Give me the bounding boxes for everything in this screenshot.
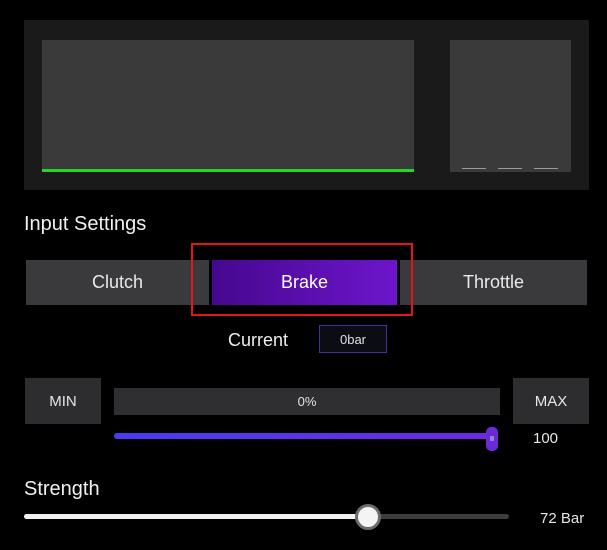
graph-tick [462,168,486,169]
tab-label: Clutch [91,272,144,292]
max-label: MAX [534,392,568,410]
input-settings-title: Input Settings [24,213,147,235]
strength-slider-track[interactable] [24,514,509,519]
tab-label: Brake [280,272,329,292]
tab-label: Throttle [462,272,525,292]
range-slider-fill [114,433,493,439]
graph-line [42,169,414,172]
tab-throttle[interactable]: Throttle [400,260,587,305]
current-label: Current [228,330,289,350]
strength-title: Strength [24,478,100,500]
strength-value: 72 Bar [540,510,585,527]
graph-tick [534,168,558,169]
range-slider-track[interactable] [114,433,496,439]
graph-tick [498,168,522,169]
graph-panel [24,20,589,190]
min-label: MIN [49,392,77,410]
min-button[interactable]: MIN [25,378,101,424]
max-button[interactable]: MAX [513,378,589,424]
handle-grip-icon [490,436,495,441]
tab-clutch[interactable]: Clutch [26,260,209,305]
max-value: 100 [533,430,559,447]
pressure-graph [42,40,414,172]
percent-bar: 0% [114,388,500,415]
strength-slider-fill [24,514,369,519]
side-graph [450,40,571,172]
current-value: 0bar [319,325,387,353]
range-slider-handle[interactable] [486,427,499,451]
tab-brake[interactable]: Brake [212,260,397,305]
percent-value: 0% [297,394,317,409]
strength-slider-handle[interactable] [355,504,382,530]
